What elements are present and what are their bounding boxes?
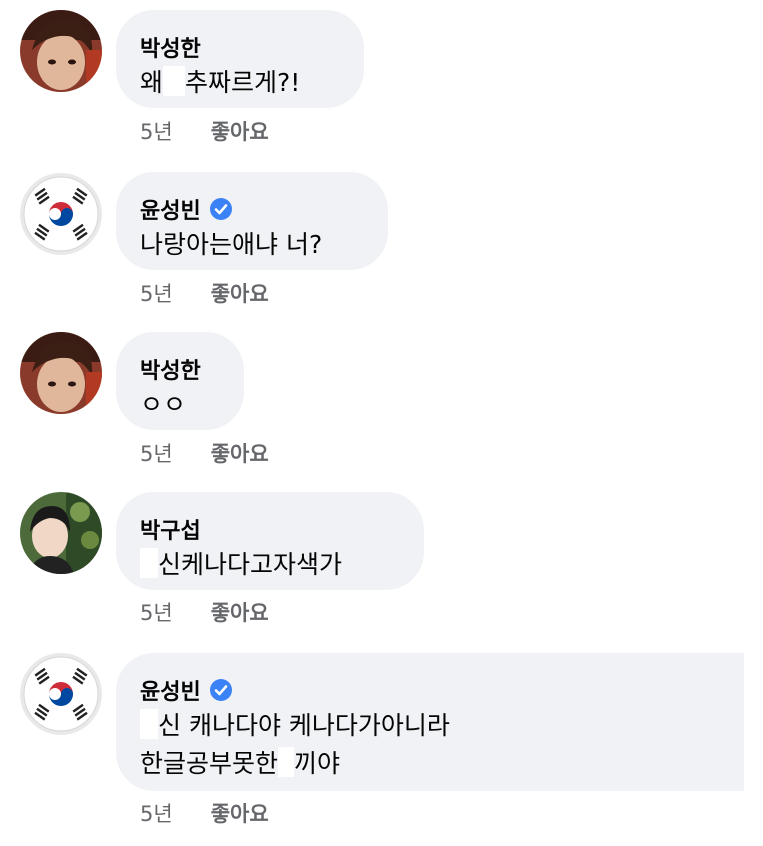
comment-meta: 5년 좋아요 (140, 438, 269, 468)
comment-meta: 5년 좋아요 (140, 116, 269, 146)
redaction (163, 66, 186, 96)
avatar[interactable] (20, 492, 102, 574)
comment-text: 왜 추짜르게?! (140, 66, 301, 97)
profile-photo-icon (20, 10, 102, 92)
redaction (278, 747, 295, 777)
redaction (140, 548, 158, 578)
avatar[interactable] (20, 10, 102, 92)
comment-bubble: 박구섭 신케나다고자색가 (116, 492, 424, 590)
comment-meta: 5년 좋아요 (140, 278, 269, 308)
like-button[interactable]: 좋아요 (211, 278, 269, 308)
comment-text: 나랑아는애냐 너? (140, 230, 323, 259)
verified-badge-icon (209, 679, 232, 701)
comment-author[interactable]: 박성한 (140, 352, 216, 386)
like-button[interactable]: 좋아요 (211, 597, 269, 627)
comment-author[interactable]: 박성한 (140, 30, 336, 64)
redaction (140, 709, 158, 739)
comment-time[interactable]: 5년 (140, 597, 173, 627)
comment-bubble: 박성한 왜 추짜르게?! (116, 10, 364, 108)
comment-bubble: 윤성빈 나랑아는애냐 너? (116, 172, 388, 270)
comment-time[interactable]: 5년 (140, 116, 173, 146)
comment-bubble: 윤성빈 신 캐나다야 케나다가아니라 한글공부못한 끼야 (116, 653, 744, 791)
comment-text: 신케나다고자색가 (140, 546, 396, 584)
like-button[interactable]: 좋아요 (211, 438, 269, 468)
profile-photo-icon (20, 492, 102, 574)
comment-bubble: 박성한 ㅇㅇ (116, 332, 244, 430)
comment-text-line-2: 한글공부못한 끼야 (140, 747, 341, 778)
korea-flag-icon (20, 653, 102, 735)
comment-meta: 5년 좋아요 (140, 798, 269, 828)
comment-time[interactable]: 5년 (140, 438, 173, 468)
like-button[interactable]: 좋아요 (211, 116, 269, 146)
comment-time[interactable]: 5년 (140, 798, 173, 828)
profile-photo-icon (20, 332, 102, 414)
comment-author[interactable]: 박구섭 (140, 512, 396, 546)
avatar[interactable] (20, 332, 102, 414)
avatar[interactable] (20, 653, 102, 735)
avatar[interactable] (20, 173, 102, 255)
verified-badge-icon (209, 198, 232, 220)
korea-flag-icon (20, 173, 102, 255)
comment-time[interactable]: 5년 (140, 278, 173, 308)
comment-text-line-1: 신 캐나다야 케나다가아니라 (140, 707, 716, 745)
comment-text: ㅇㅇ (140, 390, 187, 419)
comment-meta: 5년 좋아요 (140, 597, 269, 627)
like-button[interactable]: 좋아요 (211, 798, 269, 828)
comment-author[interactable]: 윤성빈 (140, 192, 360, 226)
comment-author[interactable]: 윤성빈 (140, 673, 716, 707)
